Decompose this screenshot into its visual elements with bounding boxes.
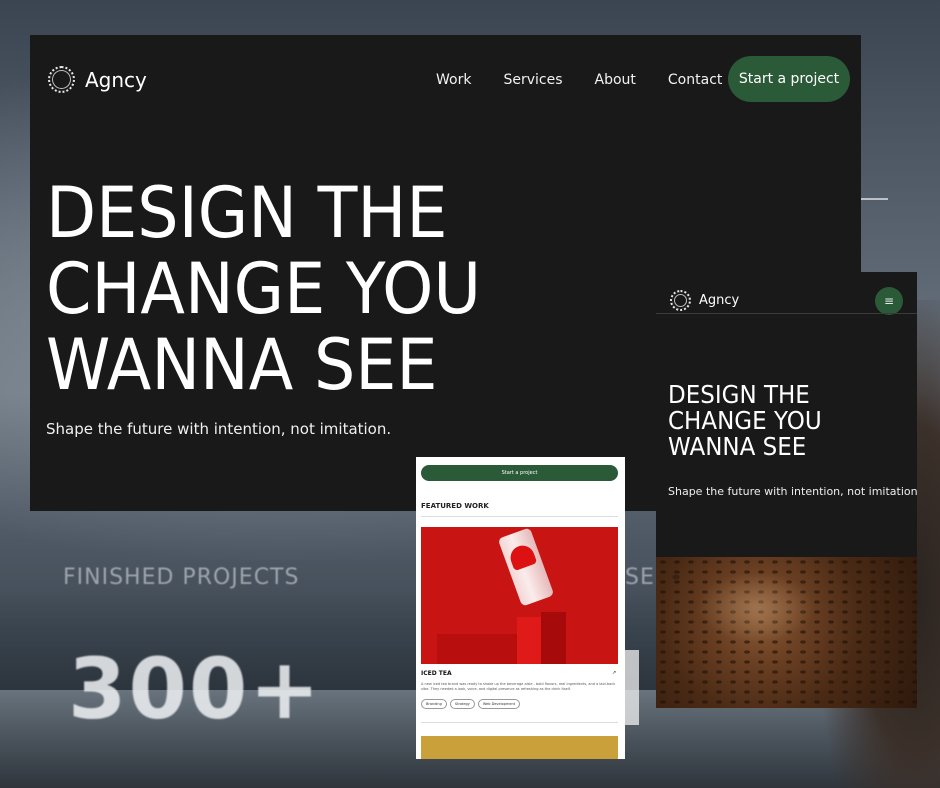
project-description: A new iced tea brand was ready to shake … <box>421 682 616 691</box>
drink-can <box>497 527 555 607</box>
nav-services[interactable]: Services <box>503 72 562 88</box>
nav-work[interactable]: Work <box>436 72 471 88</box>
partial-label: SE <box>625 565 655 590</box>
can-label <box>507 542 538 572</box>
mobile-brand-name: Agncy <box>699 293 740 308</box>
mobile-preview: Agncy ≡ DESIGN THE CHANGE YOU WANNA SEE … <box>656 272 917 708</box>
main-nav: Work Services About Contact <box>436 72 754 88</box>
featured-work-heading: FEATURED WORK <box>421 502 489 510</box>
iced-tea-project-image[interactable] <box>421 527 618 664</box>
tag: Web Development <box>477 699 521 709</box>
start-project-button[interactable]: Start a project <box>728 56 850 102</box>
hero-subtitle: Shape the future with intention, not imi… <box>46 420 392 438</box>
hero-line: DESIGN THE <box>46 172 448 254</box>
nav-about[interactable]: About <box>595 72 636 88</box>
finished-projects-label: FINISHED PROJECTS <box>63 565 300 590</box>
next-project-image[interactable] <box>421 736 618 759</box>
project-title[interactable]: ICED TEA <box>421 670 452 677</box>
hero-line: WANNA SEE <box>668 432 807 461</box>
arrow-up-right-icon[interactable]: ↗ <box>612 670 616 676</box>
hero-line: DESIGN THE <box>668 380 810 409</box>
menu-icon: ≡ <box>883 294 895 308</box>
hero-line: WANNA SEE <box>46 324 438 406</box>
tag: Branding <box>421 699 447 709</box>
project-tags: Branding Strategy Web Development <box>421 699 523 709</box>
mobile-featured-preview: Start a project FEATURED WORK ICED TEA ↗… <box>416 457 625 759</box>
section-divider <box>421 722 618 723</box>
mobile-hero-subtitle: Shape the future with intention, not imi… <box>668 485 917 498</box>
coffee-highlight <box>696 572 816 642</box>
mobile-brand-logo[interactable]: Agncy <box>670 290 739 311</box>
logo-circle-icon <box>670 290 691 311</box>
hero-line: CHANGE YOU <box>46 248 482 330</box>
mobile-hero-heading: DESIGN THE CHANGE YOU WANNA SEE <box>668 382 822 460</box>
menu-button[interactable]: ≡ <box>875 287 903 315</box>
brand-name: Agncy <box>85 67 147 92</box>
background-line <box>858 198 888 200</box>
tag: Strategy <box>449 699 475 709</box>
header-divider <box>656 313 917 314</box>
project-count: 300+ <box>68 640 322 738</box>
logo-circle-icon <box>48 66 75 93</box>
brand-logo[interactable]: Agncy <box>48 66 147 93</box>
section-divider <box>421 516 618 517</box>
hero-line: CHANGE YOU <box>668 406 822 435</box>
red-block <box>541 612 566 664</box>
nav-contact[interactable]: Contact <box>668 72 722 88</box>
start-project-button[interactable]: Start a project <box>421 465 618 481</box>
hero-heading: DESIGN THE CHANGE YOU WANNA SEE <box>46 175 481 403</box>
background-block <box>625 650 639 725</box>
